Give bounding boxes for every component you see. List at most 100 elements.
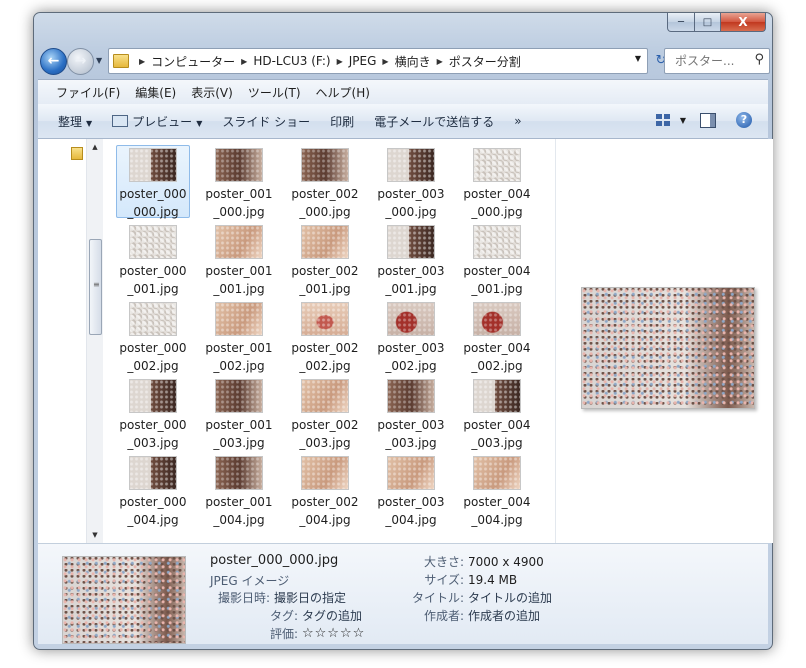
- dropdown-arrow-icon: ▼: [86, 118, 93, 128]
- grip-icon: ≡: [93, 280, 100, 289]
- file-item[interactable]: poster_000_000.jpg: [116, 145, 190, 219]
- details-title-row: タイトル: タイトルの追加: [384, 589, 552, 607]
- scroll-down-icon[interactable]: ▼: [87, 527, 103, 543]
- file-item[interactable]: poster_003_004.jpg: [374, 453, 448, 527]
- file-thumbnail: [387, 379, 435, 413]
- file-item[interactable]: poster_002_003.jpg: [288, 376, 362, 450]
- file-item[interactable]: poster_003_002.jpg: [374, 299, 448, 373]
- chevron-right-icon[interactable]: ▶: [337, 57, 343, 66]
- view-controls: ▼ ?: [655, 112, 752, 128]
- maximize-button[interactable]: □: [695, 13, 721, 32]
- file-thumbnail: [215, 379, 263, 413]
- menu-file[interactable]: ファイル(F): [56, 84, 120, 101]
- help-icon[interactable]: ?: [736, 112, 752, 128]
- chevron-right-icon[interactable]: ▶: [382, 57, 388, 66]
- file-name: poster_000_004.jpg: [119, 495, 187, 527]
- file-item[interactable]: poster_003_003.jpg: [374, 376, 448, 450]
- file-thumbnail: [387, 302, 435, 336]
- details-rating-row: 評価: ☆☆☆☆☆: [210, 625, 365, 643]
- file-item[interactable]: poster_004_000.jpg: [460, 145, 534, 219]
- navigation-scrollbar[interactable]: ▲ ≡ ▼: [86, 139, 103, 543]
- view-grid-icon[interactable]: [655, 114, 670, 126]
- preview-pane-icon[interactable]: [700, 112, 716, 128]
- menu-help[interactable]: ヘルプ(H): [316, 84, 370, 101]
- file-item[interactable]: poster_004_004.jpg: [460, 453, 534, 527]
- more-commands-button[interactable]: »: [514, 114, 521, 128]
- folder-icon[interactable]: [71, 147, 83, 160]
- breadcrumb-poster-split[interactable]: ポスター分割: [449, 53, 521, 70]
- folder-icon: [113, 54, 129, 68]
- file-item[interactable]: poster_002_000.jpg: [288, 145, 362, 219]
- file-item[interactable]: poster_000_001.jpg: [116, 222, 190, 296]
- file-name: poster_003_004.jpg: [377, 495, 445, 527]
- file-thumbnail: [215, 456, 263, 490]
- file-item[interactable]: poster_001_004.jpg: [202, 453, 276, 527]
- organize-button[interactable]: 整理 ▼: [58, 113, 92, 130]
- command-bar: 整理 ▼ プレビュー ▼ スライド ショー 印刷 電子メールで送信する » ▼ ?: [38, 104, 768, 139]
- search-input[interactable]: [673, 53, 747, 69]
- file-item[interactable]: poster_004_003.jpg: [460, 376, 534, 450]
- breadcrumb-drive[interactable]: HD-LCU3 (F:): [253, 54, 330, 68]
- breadcrumb-jpeg[interactable]: JPEG: [349, 54, 377, 68]
- breadcrumb-landscape[interactable]: 横向き: [395, 53, 431, 70]
- file-item[interactable]: poster_004_001.jpg: [460, 222, 534, 296]
- breadcrumb-computer[interactable]: コンピューター: [151, 53, 235, 70]
- file-item[interactable]: poster_000_003.jpg: [116, 376, 190, 450]
- search-box[interactable]: ⚲: [664, 48, 770, 74]
- address-bar[interactable]: ▶ コンピューター ▶ HD-LCU3 (F:) ▶ JPEG ▶ 横向き ▶ …: [108, 48, 648, 74]
- forward-button[interactable]: →: [67, 48, 94, 75]
- file-item[interactable]: poster_001_000.jpg: [202, 145, 276, 219]
- chevron-right-icon[interactable]: ▶: [241, 57, 247, 66]
- content-area: ▲ ≡ ▼ poster_000_000.jpg poster_001_000.j…: [38, 139, 773, 544]
- slideshow-button[interactable]: スライド ショー: [222, 113, 310, 130]
- file-item[interactable]: poster_001_002.jpg: [202, 299, 276, 373]
- scroll-up-icon[interactable]: ▲: [87, 139, 103, 155]
- file-thumbnail: [387, 225, 435, 259]
- preview-pane: [555, 139, 773, 543]
- recent-pages-dropdown-icon[interactable]: ▼: [96, 56, 102, 65]
- close-button[interactable]: X: [721, 13, 766, 32]
- details-size-row: サイズ: 19.4 MB: [384, 571, 517, 589]
- file-item[interactable]: poster_004_002.jpg: [460, 299, 534, 373]
- file-item[interactable]: poster_003_001.jpg: [374, 222, 448, 296]
- file-thumbnail: [301, 148, 349, 182]
- file-thumbnail: [387, 148, 435, 182]
- file-thumbnail: [129, 302, 177, 336]
- title-value[interactable]: タイトルの追加: [468, 589, 552, 607]
- file-name: poster_002_004.jpg: [291, 495, 359, 527]
- file-item[interactable]: poster_003_000.jpg: [374, 145, 448, 219]
- chevron-right-icon[interactable]: ▶: [437, 57, 443, 66]
- preview-button[interactable]: プレビュー ▼: [112, 113, 202, 130]
- file-item[interactable]: poster_000_004.jpg: [116, 453, 190, 527]
- author-label: 作成者:: [423, 609, 464, 623]
- back-arrow-icon: ←: [47, 53, 60, 69]
- view-dropdown-icon[interactable]: ▼: [680, 116, 686, 125]
- email-button[interactable]: 電子メールで送信する: [374, 113, 494, 130]
- file-item[interactable]: poster_001_001.jpg: [202, 222, 276, 296]
- rating-stars[interactable]: ☆☆☆☆☆: [302, 625, 365, 643]
- address-dropdown-icon[interactable]: ▼: [635, 54, 641, 63]
- menu-tools[interactable]: ツール(T): [248, 84, 301, 101]
- search-icon[interactable]: ⚲: [754, 52, 764, 67]
- file-thumbnail: [301, 302, 349, 336]
- chevron-right-icon[interactable]: ▶: [139, 57, 145, 66]
- date-value[interactable]: 撮影日の指定: [274, 589, 346, 607]
- details-filetype: JPEG イメージ: [210, 574, 290, 588]
- file-thumbnail: [129, 225, 177, 259]
- file-thumbnail: [387, 456, 435, 490]
- menu-view[interactable]: 表示(V): [191, 84, 233, 101]
- title-label: タイトル:: [411, 591, 464, 605]
- back-button[interactable]: ←: [40, 48, 67, 75]
- print-button[interactable]: 印刷: [330, 113, 354, 130]
- author-value[interactable]: 作成者の追加: [468, 607, 540, 625]
- minimize-button[interactable]: ─: [667, 13, 695, 32]
- file-item[interactable]: poster_002_002.jpg: [288, 299, 362, 373]
- file-item[interactable]: poster_002_001.jpg: [288, 222, 362, 296]
- file-item[interactable]: poster_000_002.jpg: [116, 299, 190, 373]
- file-item[interactable]: poster_002_004.jpg: [288, 453, 362, 527]
- file-item[interactable]: poster_001_003.jpg: [202, 376, 276, 450]
- details-tags-row: タグ: タグの追加: [210, 607, 362, 625]
- tags-value[interactable]: タグの追加: [302, 607, 362, 625]
- menu-edit[interactable]: 編集(E): [135, 84, 176, 101]
- scroll-thumb[interactable]: ≡: [89, 239, 102, 335]
